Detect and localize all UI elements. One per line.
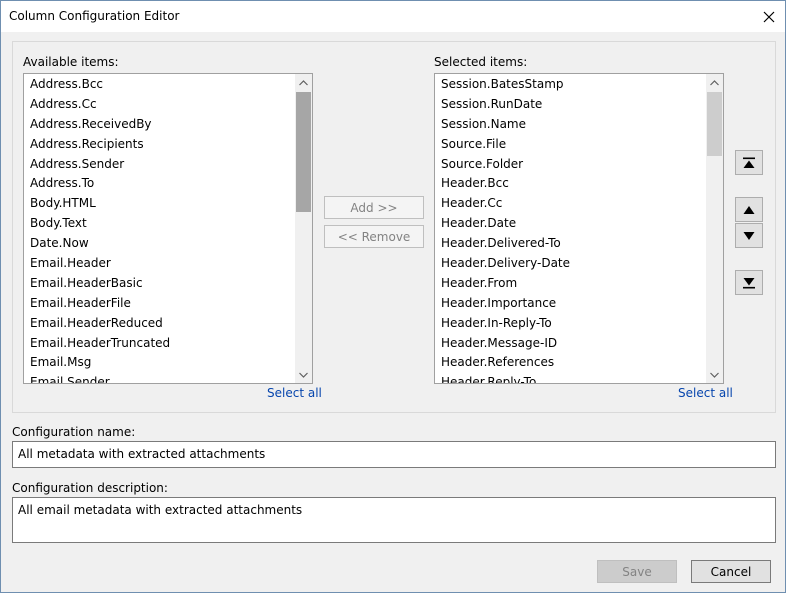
available-items-container: Address.Bcc Address.Cc Address.ReceivedBy A… xyxy=(24,74,294,383)
configuration-description-label: Configuration description: xyxy=(12,481,168,495)
move-down-icon xyxy=(743,231,755,240)
list-item[interactable]: Header.Delivery-Date xyxy=(435,253,705,273)
list-item[interactable]: Body.Text xyxy=(24,213,294,233)
list-item[interactable]: Header.Bcc xyxy=(435,173,705,193)
selected-items-list[interactable]: Session.BatesStamp Session.RunDate Session… xyxy=(434,73,724,384)
move-down-button[interactable] xyxy=(735,223,763,248)
list-item[interactable]: Email.Sender xyxy=(24,372,294,383)
list-item[interactable]: Address.ReceivedBy xyxy=(24,114,294,134)
list-item[interactable]: Address.Recipients xyxy=(24,134,294,154)
cancel-button[interactable]: Cancel xyxy=(691,560,771,583)
move-to-bottom-button[interactable] xyxy=(735,270,763,295)
move-up-button[interactable] xyxy=(735,197,763,222)
move-to-top-button[interactable] xyxy=(735,150,763,175)
list-item[interactable]: Header.References xyxy=(435,352,705,372)
selected-scroll-up-button[interactable] xyxy=(706,74,723,91)
list-item[interactable]: Session.RunDate xyxy=(435,94,705,114)
configuration-description-input[interactable]: All email metadata with extracted attach… xyxy=(12,497,776,543)
remove-button[interactable]: << Remove xyxy=(324,225,424,248)
list-item[interactable]: Header.In-Reply-To xyxy=(435,313,705,333)
available-scroll-thumb[interactable] xyxy=(296,92,311,212)
list-item[interactable]: Address.Bcc xyxy=(24,74,294,94)
list-item[interactable]: Address.Cc xyxy=(24,94,294,114)
list-item[interactable]: Email.HeaderBasic xyxy=(24,273,294,293)
window-title: Column Configuration Editor xyxy=(9,9,180,23)
move-to-bottom-icon xyxy=(743,277,755,288)
selected-scroll-down-button[interactable] xyxy=(706,366,723,383)
list-item[interactable]: Header.Date xyxy=(435,213,705,233)
list-item[interactable]: Address.Sender xyxy=(24,154,294,174)
add-button[interactable]: Add >> xyxy=(324,196,424,219)
list-item[interactable]: Session.BatesStamp xyxy=(435,74,705,94)
close-icon xyxy=(763,11,775,22)
move-up-icon xyxy=(743,205,755,214)
chevron-up-icon xyxy=(299,79,308,85)
list-item[interactable]: Email.Msg xyxy=(24,352,294,372)
chevron-down-icon xyxy=(710,372,719,378)
list-item[interactable]: Header.Delivered-To xyxy=(435,233,705,253)
list-item[interactable]: Header.Reply-To xyxy=(435,372,705,383)
list-item[interactable]: Email.HeaderTruncated xyxy=(24,333,294,353)
available-scroll-down-button[interactable] xyxy=(295,366,312,383)
close-button[interactable] xyxy=(753,1,785,32)
selected-list-scrollbar[interactable] xyxy=(706,74,723,383)
available-scroll-up-button[interactable] xyxy=(295,74,312,91)
list-item[interactable]: Session.Name xyxy=(435,114,705,134)
selected-items-container: Session.BatesStamp Session.RunDate Session… xyxy=(435,74,705,383)
list-item[interactable]: Header.Importance xyxy=(435,293,705,313)
save-button[interactable]: Save xyxy=(597,560,677,583)
list-item[interactable]: Email.HeaderReduced xyxy=(24,313,294,333)
configuration-name-label: Configuration name: xyxy=(12,425,136,439)
available-list-scrollbar[interactable] xyxy=(295,74,312,383)
chevron-up-icon xyxy=(710,79,719,85)
configuration-name-input[interactable]: All metadata with extracted attachments xyxy=(12,441,776,468)
move-to-top-icon xyxy=(743,157,755,168)
list-item[interactable]: Body.HTML xyxy=(24,193,294,213)
list-item[interactable]: Source.File xyxy=(435,134,705,154)
selected-scroll-thumb[interactable] xyxy=(707,92,722,156)
chevron-down-icon xyxy=(299,372,308,378)
selected-items-label: Selected items: xyxy=(434,55,528,69)
title-bar: Column Configuration Editor xyxy=(1,1,785,32)
selected-select-all-link[interactable]: Select all xyxy=(678,386,733,400)
list-item[interactable]: Date.Now xyxy=(24,233,294,253)
list-item[interactable]: Header.From xyxy=(435,273,705,293)
list-item[interactable]: Email.HeaderFile xyxy=(24,293,294,313)
available-select-all-link[interactable]: Select all xyxy=(267,386,322,400)
list-item[interactable]: Header.Cc xyxy=(435,193,705,213)
list-item[interactable]: Header.Message-ID xyxy=(435,333,705,353)
list-item[interactable]: Source.Folder xyxy=(435,154,705,174)
items-group-box: Available items: Address.Bcc Address.Cc Ad… xyxy=(12,41,776,413)
available-items-label: Available items: xyxy=(23,55,119,69)
list-item[interactable]: Address.To xyxy=(24,173,294,193)
available-items-list[interactable]: Address.Bcc Address.Cc Address.ReceivedBy A… xyxy=(23,73,313,384)
list-item[interactable]: Email.Header xyxy=(24,253,294,273)
column-configuration-editor-window: Column Configuration Editor Available it… xyxy=(0,0,786,593)
